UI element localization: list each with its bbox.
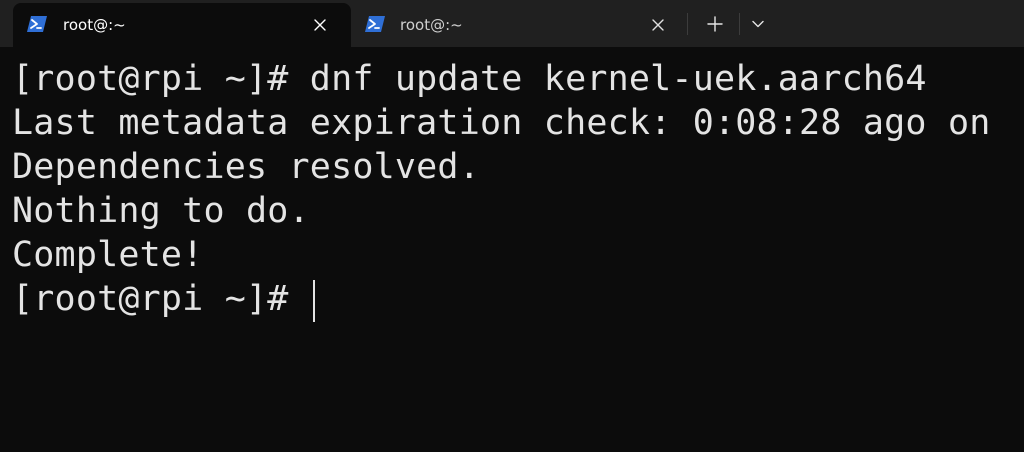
terminal-line: Dependencies resolved.	[12, 147, 480, 187]
powershell-icon	[365, 16, 385, 32]
powershell-icon	[27, 16, 47, 32]
terminal-line: [root@rpi ~]# dnf update kernel-uek.aarc…	[12, 59, 927, 99]
new-tab-button[interactable]	[700, 10, 730, 38]
terminal-line: Complete!	[12, 235, 204, 275]
close-tab-button[interactable]	[307, 12, 333, 38]
tab-bar: root@:~ root@:~	[0, 0, 1024, 47]
terminal-window: root@:~ root@:~ [root@rpi ~]# dnf update…	[0, 0, 1024, 452]
tab-root-inactive[interactable]: root@:~	[351, 3, 681, 47]
tab-title: root@:~	[63, 16, 126, 34]
terminal-prompt: [root@rpi ~]#	[12, 279, 310, 319]
chevron-down-icon	[752, 20, 764, 28]
close-tab-button[interactable]	[645, 12, 671, 38]
tab-root-active[interactable]: root@:~	[13, 3, 351, 47]
tab-dropdown-button[interactable]	[743, 10, 773, 38]
terminal-line: Nothing to do.	[12, 191, 310, 231]
close-icon	[314, 19, 326, 31]
text-cursor	[313, 280, 315, 322]
tab-divider	[739, 13, 740, 35]
plus-icon	[707, 16, 723, 32]
tab-title: root@:~	[400, 16, 463, 34]
terminal-output[interactable]: [root@rpi ~]# dnf update kernel-uek.aarc…	[0, 47, 1024, 452]
terminal-line: Last metadata expiration check: 0:08:28 …	[12, 103, 991, 143]
tab-divider	[687, 13, 688, 35]
close-icon	[652, 19, 664, 31]
